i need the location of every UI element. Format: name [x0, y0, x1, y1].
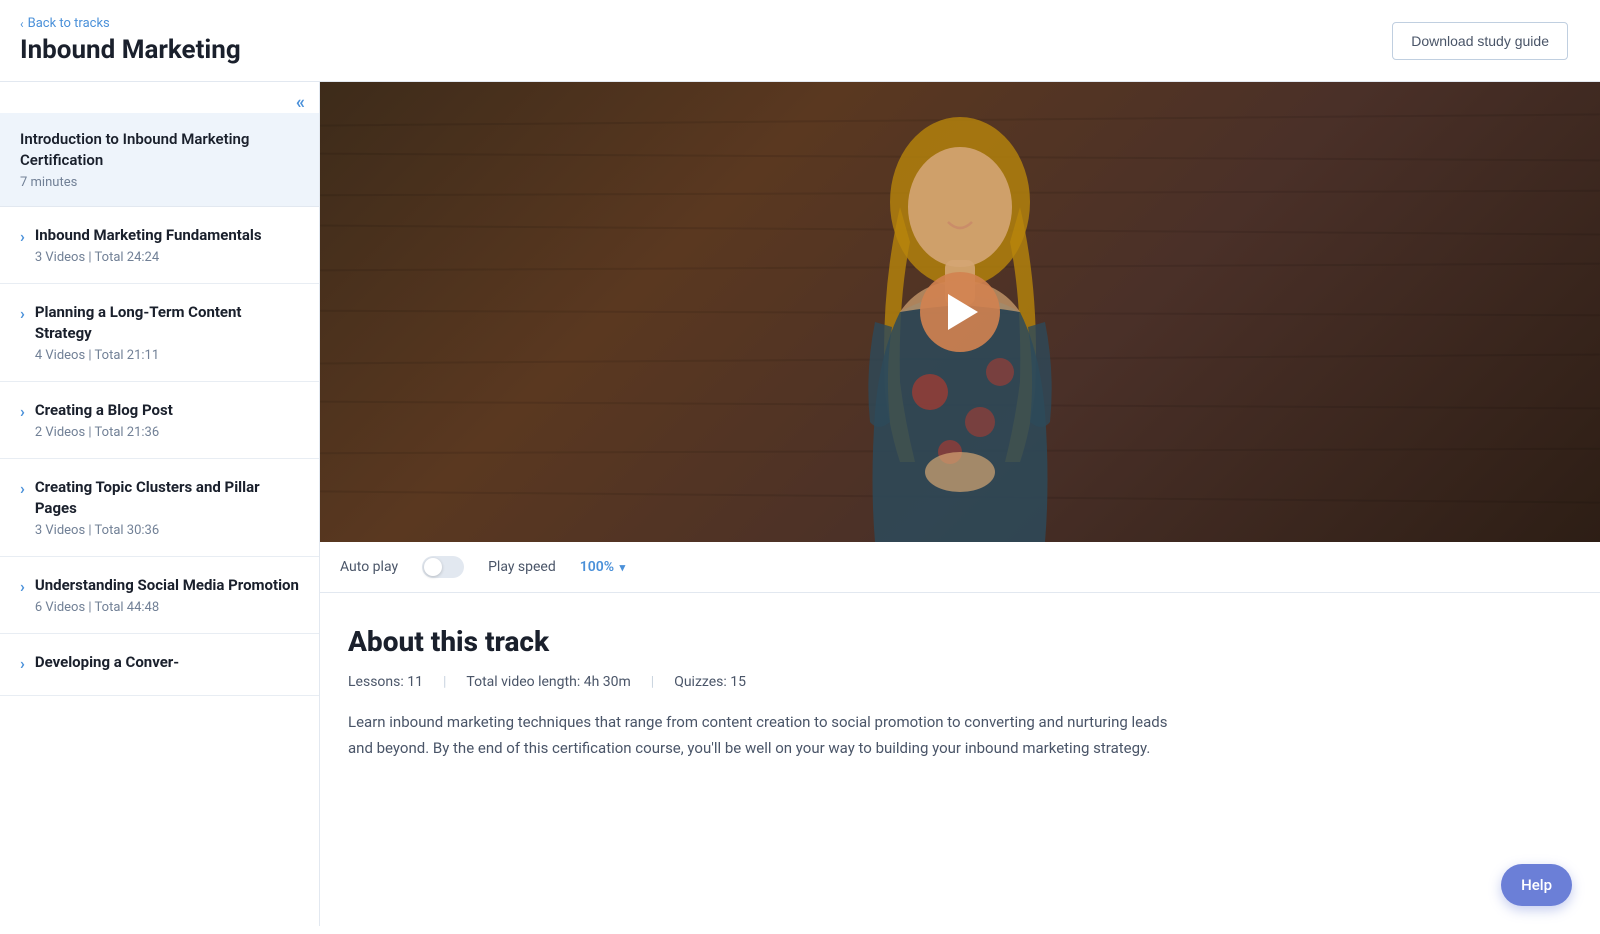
item-content-5: Developing a Conver-: [35, 652, 299, 677]
item-title-0: Inbound Marketing Fundamentals: [35, 225, 299, 246]
toggle-knob: [424, 558, 442, 576]
quizzes-value: 15: [730, 674, 746, 690]
item-meta-0: 3 Videos | Total 24:24: [35, 250, 299, 265]
item-content-0: Inbound Marketing Fundamentals 3 Videos …: [35, 225, 299, 265]
chevron-right-icon-2: ›: [20, 402, 25, 421]
header-left: ‹ Back to tracks Inbound Marketing: [20, 16, 241, 65]
sidebar-item-0[interactable]: › Inbound Marketing Fundamentals 3 Video…: [0, 207, 319, 284]
item-meta-1: 4 Videos | Total 21:11: [35, 348, 299, 363]
video-wrapper: Auto play Play speed 100% ▾: [320, 82, 1600, 593]
play-speed-label: Play speed: [488, 559, 556, 575]
item-meta-4: 6 Videos | Total 44:48: [35, 600, 299, 615]
page-title: Inbound Marketing: [20, 35, 241, 65]
item-content-4: Understanding Social Media Promotion 6 V…: [35, 575, 299, 615]
sidebar: « Introduction to Inbound Marketing Cert…: [0, 82, 320, 926]
item-content-2: Creating a Blog Post 2 Videos | Total 21…: [35, 400, 299, 440]
item-title-4: Understanding Social Media Promotion: [35, 575, 299, 596]
about-description: Learn inbound marketing techniques that …: [348, 710, 1168, 761]
video-thumbnail[interactable]: [320, 82, 1600, 542]
about-section: About this track Lessons: 11 | Total vid…: [320, 593, 1600, 789]
play-triangle-icon: [948, 294, 978, 330]
sidebar-active-item[interactable]: Introduction to Inbound Marketing Certif…: [0, 113, 319, 207]
item-title-1: Planning a Long-Term Content Strategy: [35, 302, 299, 344]
quizzes-label: Quizzes:: [674, 674, 727, 690]
chevron-right-icon-3: ›: [20, 479, 25, 498]
item-content-3: Creating Topic Clusters and Pillar Pages…: [35, 477, 299, 538]
chevron-right-icon-0: ›: [20, 227, 25, 246]
main-content: Auto play Play speed 100% ▾ About this t…: [320, 82, 1600, 926]
stat-divider-2: |: [651, 674, 654, 690]
about-title: About this track: [348, 625, 1572, 658]
video-controls: Auto play Play speed 100% ▾: [320, 542, 1600, 593]
layout: « Introduction to Inbound Marketing Cert…: [0, 82, 1600, 926]
item-meta-3: 3 Videos | Total 30:36: [35, 523, 299, 538]
lessons-stat: Lessons: 11: [348, 674, 443, 690]
item-title-3: Creating Topic Clusters and Pillar Pages: [35, 477, 299, 519]
sidebar-item-3[interactable]: › Creating Topic Clusters and Pillar Pag…: [0, 459, 319, 557]
autoplay-label: Auto play: [340, 559, 398, 575]
collapse-sidebar-icon[interactable]: «: [296, 92, 305, 113]
lessons-label: Lessons:: [348, 674, 404, 690]
sidebar-item-1[interactable]: › Planning a Long-Term Content Strategy …: [0, 284, 319, 382]
sidebar-item-2[interactable]: › Creating a Blog Post 2 Videos | Total …: [0, 382, 319, 459]
play-button[interactable]: [920, 272, 1000, 352]
play-speed-value[interactable]: 100% ▾: [580, 559, 625, 575]
chevron-right-icon-5: ›: [20, 654, 25, 673]
autoplay-toggle[interactable]: [422, 556, 464, 578]
active-item-meta: 7 minutes: [20, 175, 299, 190]
chevron-right-icon-1: ›: [20, 304, 25, 323]
back-to-tracks-link[interactable]: ‹ Back to tracks: [20, 16, 241, 31]
item-title-5: Developing a Conver-: [35, 652, 299, 673]
sidebar-item-4[interactable]: › Understanding Social Media Promotion 6…: [0, 557, 319, 634]
total-video-label: Total video length:: [466, 674, 580, 690]
active-item-title: Introduction to Inbound Marketing Certif…: [20, 129, 299, 171]
back-link-text: Back to tracks: [28, 16, 110, 31]
speed-dropdown-arrow-icon: ▾: [620, 561, 626, 574]
stat-divider-1: |: [443, 674, 446, 690]
chevron-right-icon-4: ›: [20, 577, 25, 596]
help-button[interactable]: Help: [1501, 864, 1572, 906]
lessons-value: 11: [407, 674, 423, 690]
item-content-1: Planning a Long-Term Content Strategy 4 …: [35, 302, 299, 363]
header: ‹ Back to tracks Inbound Marketing Downl…: [0, 0, 1600, 82]
quizzes-stat: Quizzes: 15: [674, 674, 766, 690]
about-stats: Lessons: 11 | Total video length: 4h 30m…: [348, 674, 1572, 690]
total-video-value: 4h 30m: [584, 674, 631, 690]
speed-value-text: 100%: [580, 559, 614, 575]
download-study-guide-button[interactable]: Download study guide: [1392, 22, 1568, 60]
item-title-2: Creating a Blog Post: [35, 400, 299, 421]
sidebar-collapse-area: «: [0, 82, 319, 113]
back-arrow-icon: ‹: [20, 17, 24, 31]
item-meta-2: 2 Videos | Total 21:36: [35, 425, 299, 440]
sidebar-item-5[interactable]: › Developing a Conver-: [0, 634, 319, 696]
total-video-stat: Total video length: 4h 30m: [466, 674, 650, 690]
